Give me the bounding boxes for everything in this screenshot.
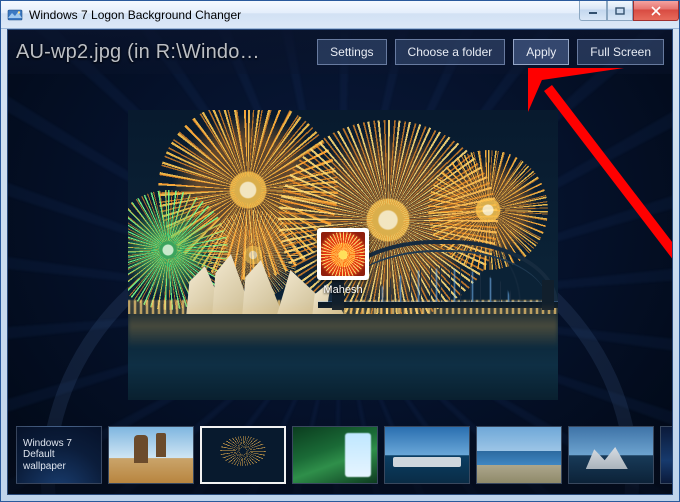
- avatar: [321, 232, 365, 276]
- user-name-label: Mahesh: [314, 284, 372, 296]
- toolbar: AU-wp2.jpg (in R:\Windo… Settings Choose…: [8, 30, 672, 74]
- thumb-item-selected[interactable]: [200, 426, 286, 484]
- thumb-default-line1: Windows 7: [23, 438, 95, 450]
- avatar-frame: [317, 228, 369, 280]
- titlebar: Windows 7 Logon Background Changer: [1, 1, 679, 29]
- fullscreen-button[interactable]: Full Screen: [577, 39, 664, 65]
- thumbnail-strip[interactable]: Windows 7 Default wallpaper: [8, 416, 672, 494]
- thumb-default-line2: Default: [23, 449, 95, 461]
- app-icon: [7, 7, 23, 23]
- close-button[interactable]: [633, 1, 679, 21]
- window-title: Windows 7 Logon Background Changer: [29, 8, 241, 22]
- maximize-button[interactable]: [607, 1, 633, 21]
- choose-folder-button[interactable]: Choose a folder: [395, 39, 506, 65]
- settings-button[interactable]: Settings: [317, 39, 386, 65]
- app-window: Windows 7 Logon Background Changer AU-wp…: [0, 0, 680, 502]
- thumb-item[interactable]: [384, 426, 470, 484]
- current-file-label: AU-wp2.jpg (in R:\Windo…: [16, 41, 260, 64]
- thumb-item[interactable]: [108, 426, 194, 484]
- minimize-button[interactable]: [579, 1, 607, 21]
- thumb-item[interactable]: [568, 426, 654, 484]
- apply-button[interactable]: Apply: [513, 39, 569, 65]
- thumb-item[interactable]: [660, 426, 673, 484]
- wallpaper-preview: Mahesh: [128, 110, 558, 400]
- thumb-item[interactable]: [476, 426, 562, 484]
- thumb-item[interactable]: [292, 426, 378, 484]
- thumb-default-wallpaper[interactable]: Windows 7 Default wallpaper: [16, 426, 102, 484]
- logon-user-tile: Mahesh: [314, 228, 372, 296]
- window-controls: [579, 1, 679, 21]
- client-area: AU-wp2.jpg (in R:\Windo… Settings Choose…: [7, 29, 673, 495]
- thumb-default-line3: wallpaper: [23, 461, 95, 473]
